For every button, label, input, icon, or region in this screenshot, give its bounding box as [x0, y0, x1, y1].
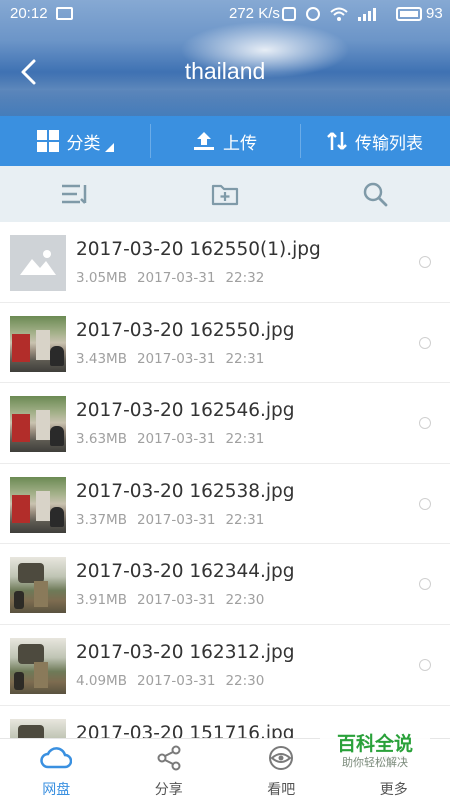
signal-icon — [358, 7, 376, 21]
file-meta: 3.91MB 2017-03-31 22:30 — [76, 592, 264, 608]
wifi-icon — [330, 7, 348, 21]
file-time: 22:32 — [225, 270, 265, 286]
dropdown-triangle-icon — [104, 142, 114, 152]
new-folder-icon — [211, 184, 239, 206]
file-size: 3.91MB — [76, 592, 127, 609]
transfer-label: 传输列表 — [355, 133, 423, 154]
file-size: 3.05MB — [76, 270, 127, 286]
file-meta: 3.43MB 2017-03-31 22:31 — [76, 351, 264, 367]
file-row[interactable]: 2017-03-20 162546.jpg 3.63MB 2017-03-31 22:… — [0, 383, 450, 464]
file-name: 2017-03-20 162550.jpg — [76, 319, 295, 341]
network-speed: 272 K/s — [229, 5, 280, 22]
upload-icon — [194, 132, 214, 150]
status-time: 20:12 — [10, 5, 48, 22]
alarm-icon — [306, 7, 320, 21]
page-title: thailand — [184, 58, 266, 84]
file-row[interactable]: 2017-03-20 162312.jpg 4.09MB 2017-03-31 22:… — [0, 624, 450, 706]
vibrate-icon — [282, 7, 296, 21]
file-date: 2017-03-31 — [136, 431, 216, 448]
file-date: 2017-03-31 — [136, 270, 216, 286]
nav-item-0[interactable]: 网盘 — [0, 739, 113, 800]
select-radio[interactable] — [419, 578, 431, 591]
nav-label: 看吧 — [267, 782, 296, 798]
upload-button[interactable]: 上传 — [150, 116, 300, 166]
image-placeholder-icon — [10, 235, 66, 291]
file-time: 22:30 — [225, 592, 265, 609]
share-icon — [156, 745, 182, 775]
select-radio[interactable] — [419, 336, 431, 349]
upload-label: 上传 — [223, 133, 257, 154]
status-bar: 20:12 272 K/s 93 — [0, 0, 450, 28]
battery-icon — [396, 7, 422, 21]
select-radio[interactable] — [419, 497, 431, 510]
file-meta: 3.63MB 2017-03-31 22:31 — [76, 431, 264, 447]
list-toolbar — [0, 166, 450, 222]
file-thumbnail — [10, 718, 66, 738]
category-label: 分类 — [66, 133, 101, 154]
nav-item-1[interactable]: 分享 — [113, 739, 226, 800]
transfer-icon — [327, 132, 347, 150]
status-icons — [282, 7, 376, 21]
file-thumbnail — [10, 315, 66, 372]
app-root: 20:12 272 K/s 93 thailand 分类 上传 传输列表 201… — [0, 0, 450, 800]
file-name: 2017-03-20 162546.jpg — [76, 400, 295, 422]
search-icon — [363, 182, 388, 207]
search-button[interactable] — [300, 166, 450, 222]
watermark-title: 百科全说 — [336, 733, 413, 755]
file-thumbnail — [10, 557, 66, 614]
file-row[interactable]: 2017-03-20 162550.jpg 3.43MB 2017-03-31 22:… — [0, 302, 450, 384]
select-radio[interactable] — [419, 658, 431, 671]
file-time: 22:31 — [225, 431, 265, 448]
eye-icon — [267, 745, 295, 775]
file-date: 2017-03-31 — [136, 672, 216, 689]
grid-icon — [36, 130, 59, 152]
file-meta: 3.05MB 2017-03-31 22:32 — [76, 270, 264, 286]
file-name: 2017-03-20 162312.jpg — [76, 641, 295, 663]
battery-percent: 93 — [426, 5, 443, 22]
transfer-list-button[interactable]: 传输列表 — [300, 116, 450, 166]
file-meta: 4.09MB 2017-03-31 22:30 — [76, 673, 264, 689]
category-button[interactable]: 分类 — [0, 116, 150, 166]
nav-label: 网盘 — [42, 782, 71, 798]
message-icon — [56, 7, 73, 20]
watermark-subtitle: 助你轻松解决 — [342, 756, 408, 769]
file-size: 3.63MB — [76, 431, 127, 448]
file-name: 2017-03-20 162344.jpg — [76, 561, 295, 583]
file-date: 2017-03-31 — [136, 592, 216, 609]
file-row[interactable]: 2017-03-20 162344.jpg 3.91MB 2017-03-31 22:… — [0, 544, 450, 625]
file-size: 3.37MB — [76, 511, 127, 528]
nav-label: 更多 — [379, 782, 408, 798]
file-thumbnail — [10, 637, 66, 694]
nav-label: 分享 — [154, 782, 183, 798]
file-name: 2017-03-20 162538.jpg — [76, 480, 295, 502]
action-bar: 分类 上传 传输列表 — [0, 116, 450, 166]
file-name: 2017-03-20 151716.jpg — [76, 722, 295, 738]
file-thumbnail — [10, 396, 66, 453]
select-radio[interactable] — [419, 417, 431, 430]
file-time: 22:30 — [225, 672, 265, 689]
file-name: 2017-03-20 162550(1).jpg — [76, 239, 321, 260]
file-date: 2017-03-31 — [136, 350, 216, 367]
select-radio[interactable] — [419, 256, 431, 268]
sort-button[interactable] — [0, 166, 150, 222]
file-list: 2017-03-20 162550(1).jpg 3.05MB 2017-03-31… — [0, 222, 450, 738]
file-size: 4.09MB — [76, 672, 127, 689]
file-meta: 3.37MB 2017-03-31 22:31 — [76, 512, 264, 528]
watermark-logo: 百科全说 助你轻松解决 — [320, 732, 430, 776]
file-time: 22:31 — [225, 350, 265, 367]
file-date: 2017-03-31 — [136, 511, 216, 528]
sort-icon — [62, 184, 87, 204]
file-row[interactable]: 2017-03-20 162538.jpg 3.37MB 2017-03-31 22:… — [0, 463, 450, 545]
file-thumbnail — [10, 476, 66, 533]
file-time: 22:31 — [225, 511, 265, 528]
cloud-icon — [40, 745, 73, 775]
file-row[interactable]: 2017-03-20 162550(1).jpg 3.05MB 2017-03-31… — [0, 222, 450, 303]
header-banner: 20:12 272 K/s 93 thailand — [0, 0, 450, 116]
file-size: 3.43MB — [76, 350, 127, 367]
new-folder-button[interactable] — [150, 166, 300, 222]
